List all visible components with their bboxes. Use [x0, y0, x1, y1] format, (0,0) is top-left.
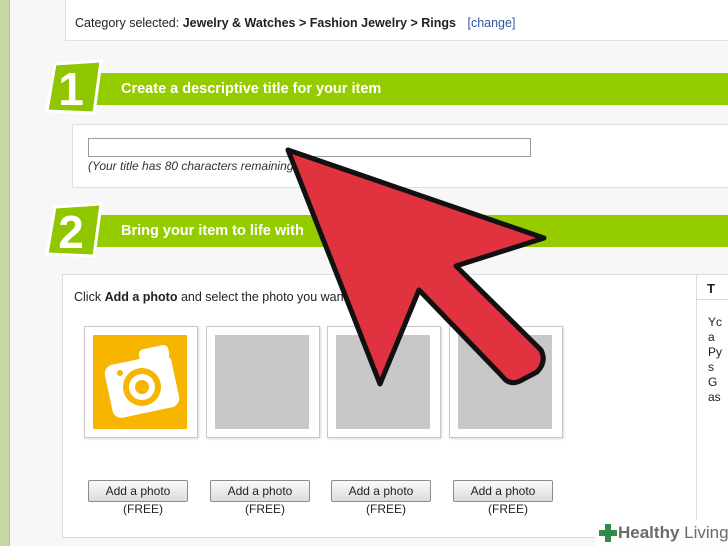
photo-slot-4[interactable]	[449, 326, 563, 438]
camera-icon	[93, 335, 187, 429]
free-label-1: (FREE)	[123, 502, 163, 516]
title-panel: (Your title has 80 characters remaining	[72, 124, 728, 188]
add-photo-button-3[interactable]: Add a photo	[331, 480, 431, 502]
photo-slot-1[interactable]	[84, 326, 198, 438]
add-photo-button-2[interactable]: Add a photo	[210, 480, 310, 502]
side-panel-title: T	[707, 281, 715, 296]
step2-badge: 2	[45, 202, 103, 258]
free-label-3: (FREE)	[366, 502, 406, 516]
step1-title: Create a descriptive title for your item	[121, 81, 382, 97]
step2-header: Bring your item to life with	[54, 215, 728, 247]
watermark-sub: Living	[684, 523, 728, 542]
step1-header: Create a descriptive title for your item	[54, 73, 728, 105]
side-panel-text: YcaPysGas	[708, 315, 723, 404]
photo-slot-2[interactable]	[206, 326, 320, 438]
watermark-brand: Healthy	[618, 523, 680, 542]
healthy-living-watermark: Healthy Living	[595, 520, 728, 546]
photo-panel: Click Add a photo and select the photo y…	[62, 274, 697, 538]
free-label-2: (FREE)	[245, 502, 285, 516]
photo-instr-pre: Click	[74, 290, 102, 304]
plus-icon	[599, 524, 617, 542]
add-photo-button-4[interactable]: Add a photo	[453, 480, 553, 502]
step1-badge: 1	[45, 59, 103, 115]
photo-instructions: Click Add a photo and select the photo y…	[74, 290, 344, 304]
side-panel-divider	[697, 299, 728, 300]
photo-placeholder	[336, 335, 430, 429]
category-text: Category selected: Jewelry & Watches > F…	[75, 16, 515, 30]
category-prefix: Category selected:	[75, 16, 180, 30]
item-title-input[interactable]	[88, 138, 531, 157]
title-characters-hint: (Your title has 80 characters remaining	[88, 159, 294, 173]
photo-placeholder	[215, 335, 309, 429]
category-path: Jewelry & Watches > Fashion Jewelry > Ri…	[182, 16, 456, 30]
photo-instr-bold: Add a photo	[104, 290, 178, 304]
step1-number: 1	[58, 63, 84, 115]
category-bar: Category selected: Jewelry & Watches > F…	[65, 0, 728, 41]
photo-slot-3[interactable]	[327, 326, 441, 438]
add-photo-button-1[interactable]: Add a photo	[88, 480, 188, 502]
step2-number: 2	[58, 206, 84, 258]
free-label-4: (FREE)	[488, 502, 528, 516]
change-category-link[interactable]: [change]	[467, 16, 515, 30]
step2-title: Bring your item to life with	[121, 223, 304, 239]
listing-form: Category selected: Jewelry & Watches > F…	[9, 0, 728, 546]
watermark-text: Healthy Living	[618, 523, 728, 543]
tips-side-panel: T YcaPysGas	[696, 274, 728, 538]
photo-instr-post: and select the photo you wan	[180, 290, 344, 304]
photo-placeholder	[458, 335, 552, 429]
